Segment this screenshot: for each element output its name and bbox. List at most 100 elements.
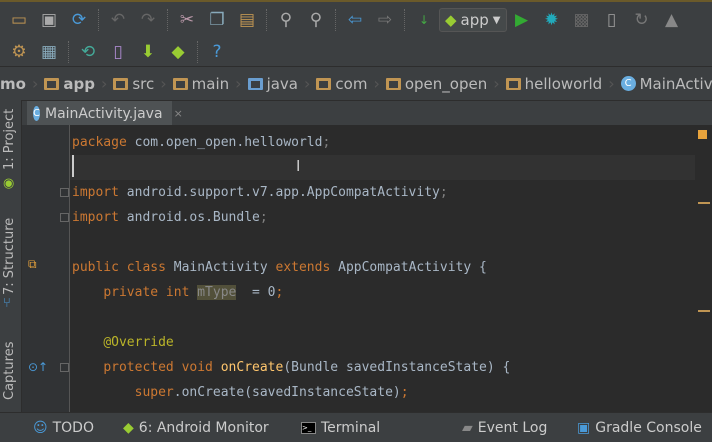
apply-changes-icon[interactable]: ↻: [631, 9, 653, 31]
android-monitor-tool-button[interactable]: ◆ 6: Android Monitor: [123, 420, 269, 436]
package-icon: [316, 77, 332, 90]
back-icon[interactable]: ⇦: [344, 9, 366, 31]
paste-icon[interactable]: ▤: [236, 9, 258, 31]
code-token: android.os.Bundle: [126, 210, 260, 225]
breadcrumb-item[interactable]: com: [310, 75, 373, 93]
tab-mainactivity[interactable]: C MainActivity.java ×: [27, 101, 183, 126]
code-token: AppCompatActivity {: [330, 260, 487, 275]
secondary-toolbar: ⚙ ▦ ⟲ ▯ ⬇ ◆ ?: [0, 38, 712, 66]
project-tool-button[interactable]: 1: Project: [2, 109, 17, 170]
code-token: MainActivity: [165, 260, 276, 275]
warning-marker[interactable]: [698, 310, 710, 312]
open-folder-icon[interactable]: ▭: [8, 9, 30, 31]
save-icon[interactable]: ▣: [38, 9, 60, 31]
run-icon[interactable]: ▶: [511, 9, 533, 31]
todo-icon: ☺: [33, 419, 48, 436]
debug-icon[interactable]: ✹: [541, 9, 563, 31]
editor-tabs: C MainActivity.java ×: [22, 100, 712, 126]
sdk-download-icon[interactable]: ⬇: [137, 41, 159, 63]
code-line: protected void onCreate(Bundle savedInst…: [72, 355, 510, 380]
breadcrumb-item[interactable]: open_open: [380, 75, 493, 93]
sync-icon[interactable]: ⟳: [68, 9, 90, 31]
gradle-console-icon: ▣: [577, 419, 591, 436]
breadcrumb-item[interactable]: helloworld: [500, 75, 609, 93]
package-icon: [385, 77, 401, 90]
source-folder-icon: [247, 77, 263, 90]
close-icon[interactable]: ×: [174, 107, 183, 120]
code-token: com.open_open.helloworld: [134, 135, 323, 150]
class-icon: C: [33, 106, 40, 121]
breadcrumb-item[interactable]: mo: [0, 75, 32, 93]
separator: [335, 9, 336, 31]
left-tool-strip: 1: Project ◉ 7: Structure ⑂ Captures: [0, 100, 22, 412]
code-token: public class: [72, 260, 166, 275]
terminal-icon: >_: [301, 421, 316, 434]
module-settings-icon[interactable]: ▦: [38, 41, 60, 63]
layout-icon[interactable]: ⧉: [28, 257, 37, 272]
speech-bubble-icon: ▰: [462, 419, 473, 436]
device-icon[interactable]: ▯: [601, 9, 623, 31]
code-editor[interactable]: I package com.open_open.helloworld; impor…: [70, 125, 695, 412]
warning-marker[interactable]: [698, 202, 710, 204]
code-line: import android.support.v7.app.AppCompatA…: [72, 180, 448, 205]
breadcrumb-item[interactable]: CMainActivit: [615, 75, 712, 93]
separator: [98, 9, 99, 31]
undo-icon[interactable]: ↶: [107, 9, 129, 31]
avd-manager-icon[interactable]: ▯: [107, 41, 129, 63]
class-icon: C: [620, 76, 636, 91]
event-log-tool-button[interactable]: ▰ Event Log: [462, 420, 547, 436]
find-icon[interactable]: ⚲: [275, 9, 297, 31]
code-line: package com.open_open.helloworld;: [72, 130, 330, 155]
terminal-tool-button[interactable]: >_ Terminal: [301, 420, 380, 436]
sdk-manager-icon[interactable]: ▲: [661, 9, 683, 31]
override-method-icon[interactable]: ⊙↑: [28, 360, 48, 374]
breadcrumb-item[interactable]: app: [38, 75, 101, 93]
code-token: ;: [259, 210, 268, 225]
breadcrumb: mo › app › src › main › java › com › open_open…: [0, 66, 712, 100]
redo-icon[interactable]: ↷: [137, 9, 159, 31]
current-line-highlight: [70, 155, 695, 180]
separator: [266, 9, 267, 31]
module-folder-icon: [44, 77, 60, 90]
captures-tool-button[interactable]: Captures: [2, 342, 17, 400]
code-token: android.support.v7.app.AppCompatActivity: [126, 185, 440, 200]
structure-tool-button[interactable]: 7: Structure: [2, 218, 17, 295]
forward-icon[interactable]: ⇨: [374, 9, 396, 31]
project-structure-icon[interactable]: ⚙: [8, 41, 30, 63]
code-token: private int: [103, 285, 198, 300]
todo-tool-button[interactable]: ☺ TODO: [33, 420, 94, 436]
folder-icon: [113, 77, 129, 90]
run-config-dropdown[interactable]: ◆ app ▼: [439, 8, 507, 32]
code-token: ;: [275, 285, 284, 300]
fold-icon[interactable]: [60, 363, 69, 372]
code-line: public class MainActivity extends AppCom…: [72, 255, 487, 280]
tab-label: MainActivity.java: [44, 105, 163, 122]
code-token: protected void: [103, 360, 221, 375]
replace-icon[interactable]: ⚲: [305, 9, 327, 31]
copy-icon[interactable]: ❐: [206, 9, 228, 31]
help-icon[interactable]: ?: [206, 41, 228, 63]
cut-icon[interactable]: ✂: [176, 9, 198, 31]
fold-icon[interactable]: [60, 213, 69, 222]
breadcrumb-item[interactable]: main: [167, 75, 235, 93]
error-stripe[interactable]: [695, 125, 712, 412]
android-device-monitor-icon[interactable]: ◆: [167, 41, 189, 63]
separator: [404, 9, 405, 31]
breadcrumb-item[interactable]: java: [242, 75, 304, 93]
make-project-icon[interactable]: ↓: [413, 9, 435, 31]
code-token: import: [72, 210, 119, 225]
attach-debugger-icon[interactable]: ▩: [571, 9, 593, 31]
code-line: super.onCreate(savedInstanceState);: [72, 380, 409, 405]
code-token: import: [72, 185, 119, 200]
fold-icon[interactable]: [60, 188, 69, 197]
gradle-sync-icon[interactable]: ⟲: [77, 41, 99, 63]
code-token: mType: [197, 285, 237, 300]
warning-status-icon[interactable]: [698, 130, 707, 139]
separator: [167, 9, 168, 31]
code-token: ;: [400, 385, 409, 400]
code-line: @Override: [72, 330, 173, 355]
gradle-console-tool-button[interactable]: ▣ Gradle Console: [577, 420, 702, 436]
android-icon: ◉: [3, 176, 15, 191]
breadcrumb-item[interactable]: src: [107, 75, 160, 93]
